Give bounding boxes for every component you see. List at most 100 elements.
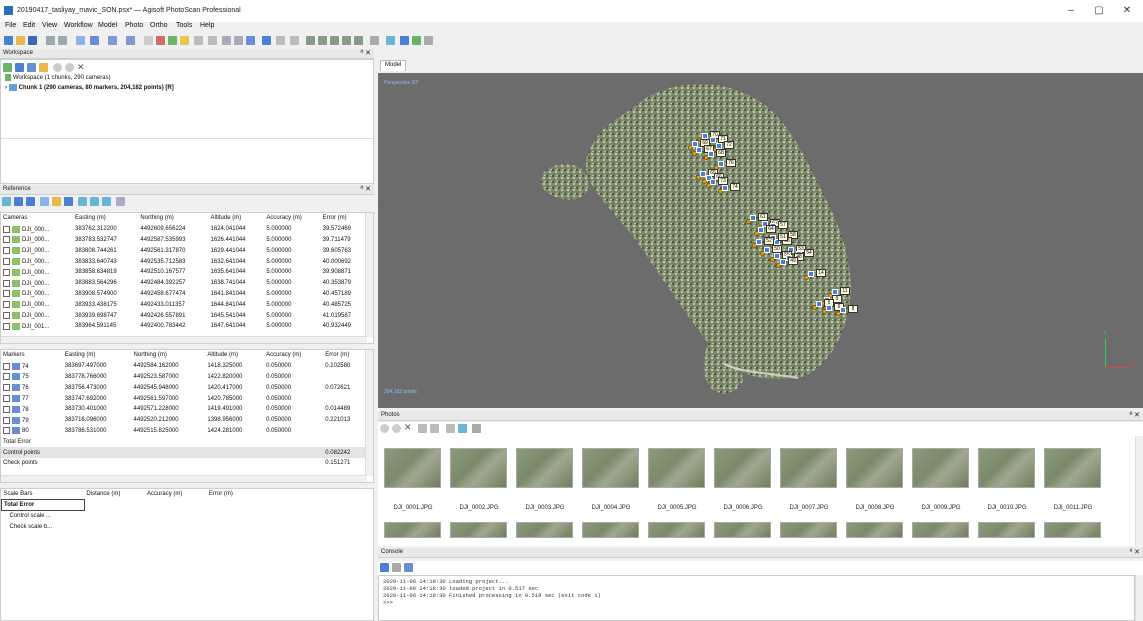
- rotate-left-icon[interactable]: [418, 424, 427, 433]
- photo-thumbnail[interactable]: [714, 522, 771, 538]
- marker-label-box[interactable]: 50: [772, 245, 782, 253]
- view-mode-icon[interactable]: [472, 424, 481, 433]
- marker-label-box[interactable]: 68: [716, 149, 726, 157]
- rotate-right-icon[interactable]: [430, 424, 439, 433]
- marker-row[interactable]: 80 383786.531000 4492515.825000 1424.281000…: [1, 426, 367, 437]
- marker-row[interactable]: 75 383778.766000 4492523.587000 1422.820000…: [1, 372, 367, 383]
- texture-icon[interactable]: [290, 36, 299, 45]
- row-checkbox[interactable]: [3, 290, 10, 298]
- update-icon[interactable]: [64, 197, 73, 206]
- camera-row[interactable]: DJI_000... 383939.698747 4492426.557891 164…: [1, 310, 367, 321]
- menu-workflow[interactable]: Workflow: [64, 22, 93, 29]
- reset-filter-icon[interactable]: [446, 424, 455, 433]
- menu-photo[interactable]: Photo: [125, 22, 143, 29]
- disable-icon[interactable]: [65, 63, 74, 72]
- photo-thumbnail[interactable]: [582, 448, 639, 488]
- row-checkbox[interactable]: [3, 268, 10, 276]
- scale-col-distance[interactable]: Distance (m): [84, 489, 145, 500]
- markers-col-0[interactable]: Markers: [1, 350, 63, 361]
- import-icon[interactable]: [2, 197, 11, 206]
- camera-marker[interactable]: [708, 151, 714, 157]
- expand-icon[interactable]: ›: [5, 85, 7, 91]
- scale-col-error[interactable]: Error (m): [207, 489, 251, 500]
- run-script-icon[interactable]: [404, 563, 413, 572]
- tiled-icon[interactable]: [354, 36, 363, 45]
- view-source-icon[interactable]: [78, 197, 87, 206]
- row-checkbox[interactable]: [3, 279, 10, 287]
- tab-model[interactable]: Model: [380, 60, 407, 71]
- undo-icon[interactable]: [46, 36, 55, 45]
- camera-marker[interactable]: [718, 161, 724, 167]
- add-photos-icon[interactable]: [15, 63, 24, 72]
- marker-label-box[interactable]: 14: [816, 269, 826, 277]
- zoom-in-icon[interactable]: [222, 36, 231, 45]
- camera-row[interactable]: DJI_000... 383762.312200 4492609.656224 162…: [1, 224, 367, 235]
- photo-thumbnail[interactable]: [1044, 522, 1101, 538]
- clear-log-icon[interactable]: [392, 563, 401, 572]
- wireframe-icon[interactable]: [342, 36, 351, 45]
- close-button[interactable]: ✕: [1116, 4, 1138, 18]
- marker-label-box[interactable]: 54: [804, 249, 814, 257]
- menu-model[interactable]: Model: [98, 22, 117, 29]
- export-ref-icon[interactable]: [14, 197, 23, 206]
- photo-thumbnail[interactable]: [780, 522, 837, 538]
- remove-photo-icon[interactable]: ✕: [404, 422, 412, 433]
- menu-tools[interactable]: Tools: [176, 22, 192, 29]
- photo-thumbnail[interactable]: [450, 522, 507, 538]
- chunk-item[interactable]: › Chunk 1 (290 cameras, 80 markers, 204,…: [5, 84, 174, 91]
- cameras-icon[interactable]: [370, 36, 379, 45]
- row-checkbox[interactable]: [3, 395, 10, 403]
- save-icon[interactable]: [28, 36, 37, 45]
- cameras-col-1[interactable]: Easting (m): [73, 213, 138, 224]
- markers-col-1[interactable]: Easting (m): [63, 350, 132, 361]
- cameras-col-5[interactable]: Error (m): [321, 213, 367, 224]
- photo-thumbnail[interactable]: [978, 522, 1035, 538]
- marker-label-box[interactable]: 64: [766, 225, 776, 233]
- cameras-scrollbar-h[interactable]: [1, 336, 367, 343]
- camera-marker[interactable]: [826, 305, 832, 311]
- photo-thumbnail[interactable]: [780, 448, 837, 488]
- row-checkbox[interactable]: [3, 373, 10, 381]
- wand-icon[interactable]: [52, 197, 61, 206]
- markers-col-5[interactable]: Error (m): [323, 350, 367, 361]
- camera-row[interactable]: DJI_001... 383964.591145 4492400.783442 164…: [1, 321, 367, 332]
- marker-label-box[interactable]: 57: [778, 221, 788, 229]
- row-checkbox[interactable]: [3, 258, 10, 266]
- menu-file[interactable]: File: [5, 22, 16, 29]
- camera-marker[interactable]: [780, 259, 786, 265]
- shape-icon[interactable]: [168, 36, 177, 45]
- cameras-col-2[interactable]: Northing (m): [138, 213, 208, 224]
- disable-photo-icon[interactable]: [392, 424, 401, 433]
- camera-marker[interactable]: [756, 239, 762, 245]
- camera-marker[interactable]: [808, 271, 814, 277]
- photo-thumbnail[interactable]: [912, 522, 969, 538]
- photo-thumbnail[interactable]: [1044, 448, 1101, 488]
- camera-marker[interactable]: [696, 147, 702, 153]
- camera-marker[interactable]: [710, 179, 716, 185]
- navigation-icon[interactable]: [76, 36, 85, 45]
- cameras-col-0[interactable]: Cameras: [1, 213, 73, 224]
- show-markers-icon[interactable]: [386, 36, 395, 45]
- pencil-icon[interactable]: [180, 36, 189, 45]
- camera-row[interactable]: DJI_000... 383908.574900 4492458.677474 164…: [1, 289, 367, 300]
- selection-icon[interactable]: [90, 36, 99, 45]
- marker-label-box[interactable]: 73: [718, 177, 728, 185]
- photo-thumbnail[interactable]: [912, 448, 969, 488]
- delete-icon[interactable]: [194, 36, 203, 45]
- ruler-icon[interactable]: [144, 36, 153, 45]
- photo-thumbnail[interactable]: [648, 448, 705, 488]
- draw-icon[interactable]: [156, 36, 165, 45]
- add-chunk-icon[interactable]: [3, 63, 12, 72]
- enable-icon[interactable]: [53, 63, 62, 72]
- camera-row[interactable]: DJI_000... 383933.438175 4492433.011357 164…: [1, 299, 367, 310]
- open-icon[interactable]: [16, 36, 25, 45]
- cameras-col-3[interactable]: Altitude (m): [209, 213, 265, 224]
- save-log-icon[interactable]: [380, 563, 389, 572]
- marker-row[interactable]: 76 383756.473000 4492545.948000 1420.417000…: [1, 382, 367, 393]
- markers-scrollbar-h[interactable]: [1, 475, 367, 482]
- zoom-out-icon[interactable]: [234, 36, 243, 45]
- console-scrollbar[interactable]: [1135, 575, 1143, 621]
- cameras-scrollbar-v[interactable]: [365, 213, 373, 337]
- marker-row[interactable]: 78 383730.401000 4492571.228000 1419.491000…: [1, 404, 367, 415]
- markers-col-3[interactable]: Altitude (m): [205, 350, 264, 361]
